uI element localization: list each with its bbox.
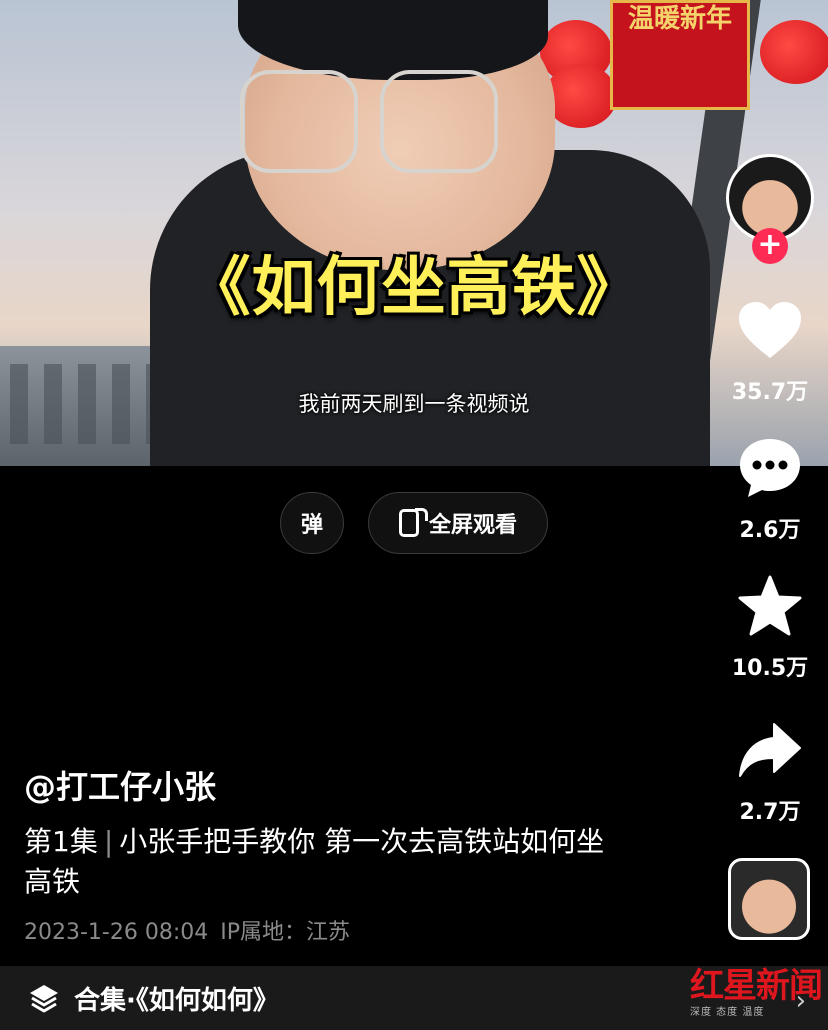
watermark-brand: 红星新闻 <box>690 966 823 1006</box>
post-meta: 2023-1-26 08:04 IP属地：江苏 <box>24 914 350 946</box>
video-title-overlay: 《如何坐高铁》 <box>186 251 642 325</box>
layers-icon <box>30 985 58 1013</box>
share-count: 2.7万 <box>739 800 801 825</box>
favorite-button[interactable] <box>736 574 804 638</box>
lantern <box>545 64 617 128</box>
danmu-label: 弹 <box>300 513 323 538</box>
comment-button[interactable] <box>736 436 804 500</box>
like-button[interactable] <box>736 298 804 362</box>
video-player[interactable]: 温暖新年 《如何坐高铁》 我前两天刷到一条视频说 <box>0 0 828 466</box>
lantern <box>760 20 828 84</box>
news-watermark-logo: 红星新闻 深度 态度 温度 <box>690 958 823 1018</box>
author-name[interactable]: @打工仔小张 <box>24 762 216 808</box>
comment-count: 2.6万 <box>739 518 801 543</box>
follow-plus-icon[interactable]: + <box>752 228 788 264</box>
post-description: 第1集 | 小张手把手教你 第一次去高铁站如何坐高铁 <box>24 822 624 902</box>
rotate-fullscreen-icon <box>398 508 428 537</box>
music-disc-thumbnail[interactable] <box>728 858 810 940</box>
separator: | <box>103 825 114 858</box>
heart-icon <box>739 302 801 358</box>
video-subtitle: 我前两天刷到一条视频说 <box>298 392 530 416</box>
share-button[interactable] <box>736 718 804 782</box>
favorite-count: 10.5万 <box>731 656 809 681</box>
new-year-sign: 温暖新年 <box>610 0 750 110</box>
episode-label[interactable]: 第1集 <box>24 825 98 858</box>
like-count: 35.7万 <box>731 380 809 405</box>
fullscreen-label: 全屏观看 <box>428 513 517 538</box>
danmu-button[interactable]: 弹 <box>280 492 344 554</box>
share-arrow-icon <box>739 723 801 777</box>
ip-location: IP属地：江苏 <box>220 920 351 945</box>
fullscreen-button[interactable]: 全屏观看 <box>368 492 548 554</box>
star-icon <box>738 575 802 636</box>
glasses <box>240 70 500 180</box>
collection-label: 合集·《如何如何》 <box>74 985 279 1016</box>
post-datetime: 2023-1-26 08:04 <box>24 920 209 945</box>
comment-icon <box>740 439 800 497</box>
